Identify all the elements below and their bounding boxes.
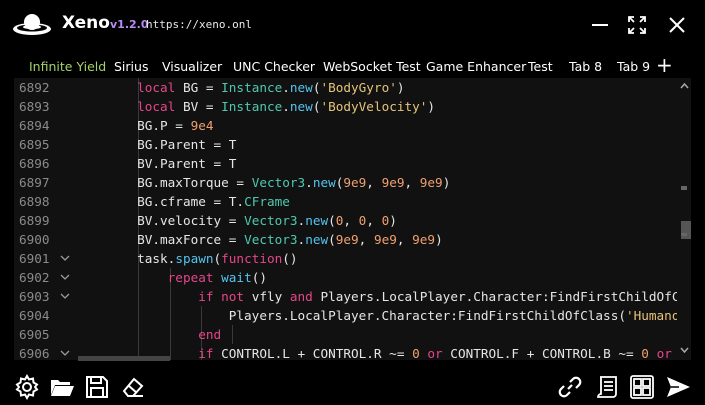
add-tab-button[interactable]: + <box>656 54 673 76</box>
vertical-scrollbar[interactable] <box>677 78 691 360</box>
code-text: local BV = Instance.new('BodyVelocity') <box>137 99 436 114</box>
client-manager-icon[interactable] <box>629 374 655 400</box>
line-number: 6897 <box>19 175 50 190</box>
tab-visualizer[interactable]: Visualizer <box>162 59 222 74</box>
close-icon[interactable] <box>666 14 688 36</box>
code-text: BV.velocity = Vector3.new(0, 0, 0) <box>76 213 397 228</box>
line-number: 6899 <box>19 213 50 228</box>
line-number: 6901 <box>19 251 50 266</box>
code-line[interactable]: 6893 local BV = Instance.new('BodyVeloci… <box>14 97 691 116</box>
app-url[interactable]: https://xeno.onl <box>146 18 252 31</box>
code-line[interactable]: 6904 Players.LocalPlayer.Character:FindF… <box>14 306 691 325</box>
code-text: Players.LocalPlayer.Character:FindFirstC… <box>76 308 688 323</box>
script-hub-icon[interactable] <box>594 374 620 400</box>
code-text: task.spawn(function() <box>76 251 298 266</box>
code-line[interactable]: 6905 end <box>14 325 691 344</box>
tab-websocket-test[interactable]: WebSocket Test <box>323 59 421 74</box>
maximize-icon[interactable] <box>626 14 648 36</box>
line-number: 6906 <box>19 346 50 360</box>
line-number: 6902 <box>19 270 50 285</box>
line-number: 6896 <box>19 156 50 171</box>
code-text: BG.cframe = T.CFrame <box>76 194 290 209</box>
code-text: local BG = Instance.new('BodyGyro') <box>137 80 405 95</box>
line-number: 6903 <box>19 289 50 304</box>
tab-unc-checker[interactable]: UNC Checker <box>233 59 315 74</box>
app-version: v1.2.0 <box>110 18 149 31</box>
fold-chevron-icon[interactable] <box>60 344 72 360</box>
tab-9[interactable]: Tab 9 <box>617 59 650 74</box>
minimize-icon[interactable] <box>589 14 611 36</box>
line-number: 6898 <box>19 194 50 209</box>
code-text: BV.maxForce = Vector3.new(9e9, 9e9, 9e9) <box>76 232 443 247</box>
code-line[interactable]: 6902 repeat wait() <box>14 268 691 287</box>
code-line[interactable]: 6898 BG.cframe = T.CFrame <box>14 192 691 211</box>
code-line[interactable]: 6901 task.spawn(function() <box>14 249 691 268</box>
bottom-toolbar <box>0 366 705 405</box>
title-bar: Xeno v1.2.0 https://xeno.onl <box>0 0 705 50</box>
code-line[interactable]: 6899 BV.velocity = Vector3.new(0, 0, 0) <box>14 211 691 230</box>
horizontal-scrollbar-thumb[interactable] <box>78 356 170 361</box>
code-text: BG.P = 9e4 <box>76 118 214 133</box>
code-line[interactable]: 6895 BG.Parent = T <box>14 135 691 154</box>
tab-bar: Infinite Yield Sirius Visualizer UNC Che… <box>0 54 705 78</box>
tab-test[interactable]: Test <box>528 59 553 74</box>
execute-send-icon[interactable] <box>665 374 691 400</box>
xeno-logo-icon <box>11 11 53 39</box>
line-number: 6893 <box>19 99 50 114</box>
line-number: 6900 <box>19 232 50 247</box>
code-line[interactable]: 6900 BV.maxForce = Vector3.new(9e9, 9e9,… <box>14 230 691 249</box>
code-text: BG.Parent = T <box>76 137 237 152</box>
tab-infinite-yield[interactable]: Infinite Yield <box>29 59 106 74</box>
code-text: BG.maxTorque = Vector3.new(9e9, 9e9, 9e9… <box>76 175 451 190</box>
code-line[interactable]: 6897 BG.maxTorque = Vector3.new(9e9, 9e9… <box>14 173 691 192</box>
line-number: 6904 <box>19 308 50 323</box>
line-number: 6895 <box>19 137 50 152</box>
tab-sirius[interactable]: Sirius <box>114 59 148 74</box>
code-line[interactable]: 6892 local BG = Instance.new('BodyGyro') <box>14 78 691 97</box>
line-number: 6892 <box>19 80 50 95</box>
line-number: 6894 <box>19 118 50 133</box>
code-text: BV.Parent = T <box>76 156 237 171</box>
clear-eraser-icon[interactable] <box>120 374 146 400</box>
code-editor[interactable]: 6892 local BG = Instance.new('BodyGyro')… <box>14 78 691 360</box>
scroll-down-icon[interactable] <box>680 347 689 354</box>
attach-link-icon[interactable] <box>557 374 583 400</box>
code-text: end <box>198 327 222 342</box>
code-line[interactable]: 6894 BG.P = 9e4 <box>14 116 691 135</box>
code-text: if not vfly and Players.LocalPlayer.Char… <box>198 289 688 304</box>
line-number: 6905 <box>19 327 50 342</box>
code-line[interactable]: 6896 BV.Parent = T <box>14 154 691 173</box>
code-text: repeat wait() <box>167 270 267 285</box>
open-folder-icon[interactable] <box>49 374 75 400</box>
tab-game-enhancer[interactable]: Game Enhancer <box>426 59 526 74</box>
settings-icon[interactable] <box>14 373 40 401</box>
scroll-up-icon[interactable] <box>680 82 689 89</box>
code-line[interactable]: 6903 if not vfly and Players.LocalPlayer… <box>14 287 691 306</box>
save-icon[interactable] <box>84 374 110 400</box>
tab-8[interactable]: Tab 8 <box>569 59 602 74</box>
app-title: Xeno <box>62 13 110 33</box>
